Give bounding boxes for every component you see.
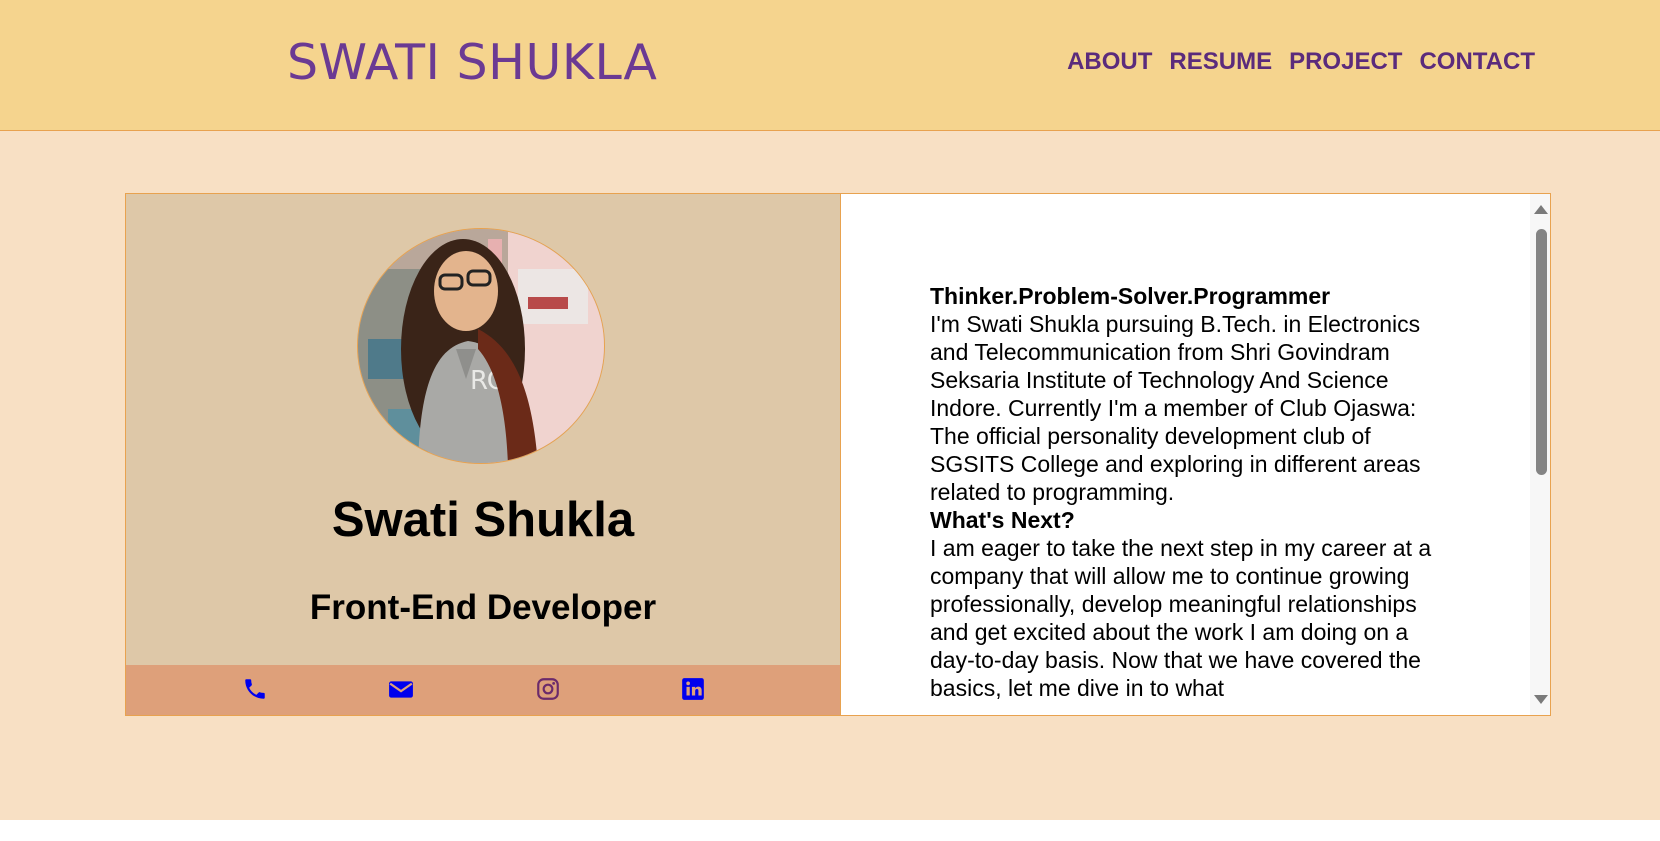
profile-panel: RC Swati Shukla Front-End Developer (126, 194, 840, 715)
nav-project[interactable]: PROJECT (1289, 48, 1402, 76)
nav-about[interactable]: ABOUT (1067, 48, 1152, 76)
scroll-thumb[interactable] (1536, 229, 1547, 475)
page-footer-strip (0, 820, 1660, 841)
main-nav: ABOUT RESUME PROJECT CONTACT (1067, 48, 1535, 76)
scroll-up-arrow-icon[interactable] (1534, 205, 1548, 214)
about-scrollbar[interactable] (1530, 194, 1550, 715)
profile-card: RC Swati Shukla Front-End Developer Thin… (125, 193, 1551, 716)
site-header: SWATI SHUKLA ABOUT RESUME PROJECT CONTAC… (0, 0, 1660, 131)
mail-icon[interactable] (388, 676, 414, 702)
whats-next-heading: What's Next? (930, 507, 1075, 533)
about-content: Thinker.Problem-Solver.Programmer I'm Sw… (930, 282, 1440, 702)
contact-bar (126, 665, 840, 715)
linkedin-icon[interactable] (680, 676, 706, 702)
about-tagline: Thinker.Problem-Solver.Programmer (930, 283, 1331, 309)
phone-icon[interactable] (242, 676, 268, 702)
profile-photo: RC (357, 228, 605, 464)
scroll-down-arrow-icon[interactable] (1534, 695, 1548, 704)
profile-role: Front-End Developer (309, 588, 657, 627)
whats-next-text: I am eager to take the next step in my c… (930, 535, 1432, 701)
instagram-icon[interactable] (535, 676, 561, 702)
nav-resume[interactable]: RESUME (1169, 48, 1272, 76)
main-section: RC Swati Shukla Front-End Developer Thin… (0, 131, 1660, 820)
about-intro: I'm Swati Shukla pursuing B.Tech. in Ele… (930, 311, 1421, 505)
profile-name: Swati Shukla (331, 493, 635, 547)
nav-contact[interactable]: CONTACT (1419, 48, 1535, 76)
profile-photo-illustration: RC (358, 229, 604, 463)
site-brand[interactable]: SWATI SHUKLA (287, 34, 657, 91)
about-panel[interactable]: Thinker.Problem-Solver.Programmer I'm Sw… (840, 194, 1550, 715)
